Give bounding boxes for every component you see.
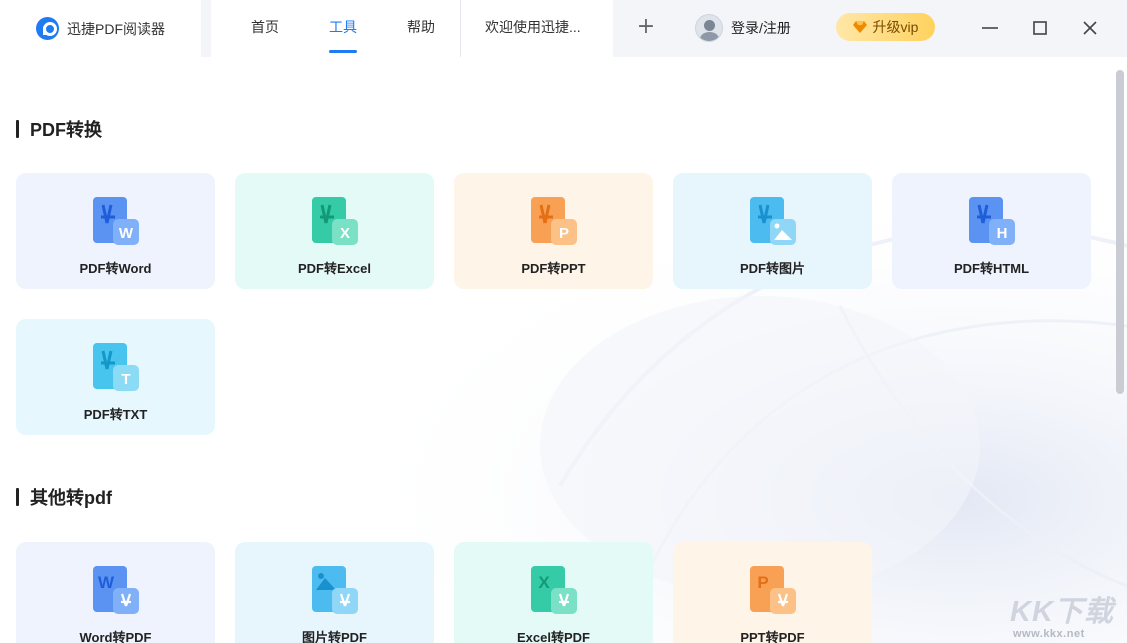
tool-pdf-to-html[interactable]: H PDF转HTML	[892, 173, 1091, 289]
svg-text:X: X	[340, 225, 350, 242]
tab-bar: 首页 工具 帮助 欢迎使用迅捷...	[211, 0, 613, 57]
tool-pdf-to-image[interactable]: PDF转图片	[673, 173, 872, 289]
svg-text:H: H	[997, 225, 1008, 242]
tab-home[interactable]: 首页	[239, 0, 291, 57]
tab-tools[interactable]: 工具	[317, 0, 369, 57]
section-marker	[16, 488, 19, 506]
maximize-icon	[1033, 21, 1047, 35]
close-button[interactable]	[1075, 13, 1105, 43]
svg-text:W: W	[98, 573, 115, 592]
close-icon	[1083, 21, 1097, 35]
title-bar: 迅捷PDF阅读器 首页 工具 帮助 欢迎使用迅捷... + 登录/注册 升级vi…	[0, 0, 1127, 57]
section-title-other-to-pdf: 其他转pdf	[16, 486, 112, 508]
tools-panel: PDF转换 W PDF转Word X PDF转Excel P PDF转PPT P…	[0, 66, 1127, 643]
upgrade-vip-label: 升级vip	[872, 19, 919, 35]
ppt-to-pdf-icon: P	[750, 566, 796, 614]
tool-pdf-to-word[interactable]: W PDF转Word	[16, 173, 215, 289]
tool-label: PDF转HTML	[953, 261, 1030, 276]
tool-excel-to-pdf[interactable]: X Excel转PDF	[454, 542, 653, 643]
section-title-text: 其他转pdf	[30, 488, 112, 508]
login-register-button[interactable]: 登录/注册	[695, 13, 791, 43]
section-title-pdf-convert: PDF转换	[16, 118, 102, 140]
svg-text:X: X	[538, 573, 550, 592]
tool-ppt-to-pdf[interactable]: P PPT转PDF	[673, 542, 872, 643]
avatar-icon	[695, 14, 723, 42]
tool-label: PDF转TXT	[83, 407, 148, 422]
login-register-label: 登录/注册	[731, 20, 791, 36]
tool-label: PDF转Excel	[298, 261, 371, 276]
diamond-icon	[852, 21, 867, 33]
app-name: 迅捷PDF阅读器	[67, 20, 165, 37]
tool-label: Word转PDF	[79, 630, 152, 643]
tool-pdf-to-ppt[interactable]: P PDF转PPT	[454, 173, 653, 289]
excel-to-pdf-icon: X	[531, 566, 577, 614]
watermark-logo-text: KK下载	[1010, 596, 1114, 628]
pdf-to-word-icon: W	[93, 197, 139, 245]
vertical-scrollbar[interactable]	[1116, 70, 1124, 394]
svg-text:W: W	[119, 225, 134, 242]
pdf-to-txt-icon: T	[93, 343, 139, 391]
pdf-to-html-icon: H	[969, 197, 1015, 245]
tool-label: PPT转PDF	[740, 630, 805, 643]
app-brand: 迅捷PDF阅读器	[0, 0, 201, 57]
app-logo-icon	[36, 17, 59, 40]
tab-divider	[460, 0, 461, 57]
pdf-to-image-icon	[750, 197, 796, 245]
tab-help[interactable]: 帮助	[395, 0, 447, 57]
watermark-url: www.kkx.net	[1013, 628, 1085, 640]
watermark: KK下载 www.kkx.net	[1010, 588, 1125, 643]
tool-word-to-pdf[interactable]: W Word转PDF	[16, 542, 215, 643]
pdf-to-ppt-icon: P	[531, 197, 577, 245]
minimize-icon	[982, 27, 998, 29]
tool-pdf-to-txt[interactable]: T PDF转TXT	[16, 319, 215, 435]
tool-label: Excel转PDF	[517, 630, 590, 643]
tool-image-to-pdf[interactable]: 图片转PDF	[235, 542, 434, 643]
tool-label: PDF转图片	[739, 261, 805, 276]
tool-label: 图片转PDF	[301, 630, 367, 643]
new-tab-button[interactable]: +	[634, 14, 658, 42]
plus-icon: +	[636, 14, 656, 39]
tool-label: PDF转PPT	[521, 261, 586, 276]
tool-label: PDF转Word	[79, 261, 152, 276]
minimize-button[interactable]	[975, 13, 1005, 43]
maximize-button[interactable]	[1025, 13, 1055, 43]
word-to-pdf-icon: W	[93, 566, 139, 614]
svg-text:T: T	[121, 371, 130, 388]
section-marker	[16, 120, 19, 138]
upgrade-vip-button[interactable]: 升级vip	[836, 13, 935, 41]
tab-document[interactable]: 欢迎使用迅捷...	[473, 0, 603, 57]
tool-pdf-to-excel[interactable]: X PDF转Excel	[235, 173, 434, 289]
svg-text:P: P	[757, 573, 768, 592]
image-to-pdf-icon	[312, 566, 358, 614]
svg-text:P: P	[559, 225, 569, 242]
pdf-to-excel-icon: X	[312, 197, 358, 245]
section-title-text: PDF转换	[30, 120, 102, 140]
